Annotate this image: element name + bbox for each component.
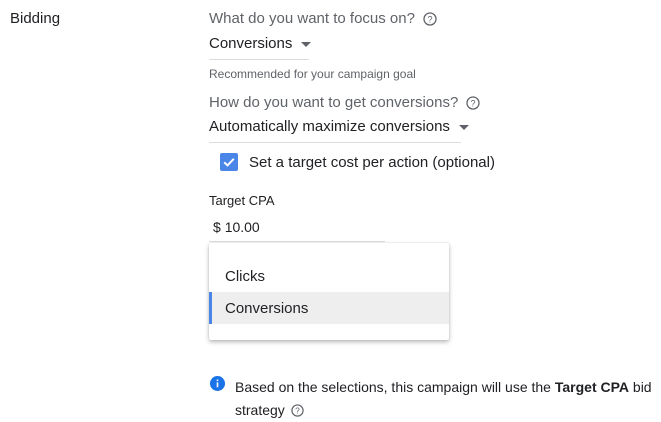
help-icon[interactable]: ?: [423, 11, 437, 26]
svg-text:?: ?: [295, 406, 300, 416]
focus-hint: Recommended for your campaign goal: [209, 67, 416, 81]
dropdown-option-clicks[interactable]: Clicks: [209, 260, 449, 292]
focus-dropdown-menu: Clicks Conversions: [209, 243, 449, 340]
dropdown-option-label: Clicks: [225, 267, 265, 285]
info-text-before: Based on the selections, this campaign w…: [235, 379, 555, 395]
svg-text:?: ?: [427, 14, 432, 24]
target-cpa-value: 10.00: [224, 219, 260, 235]
svg-text:?: ?: [471, 98, 476, 108]
target-cpa-checkbox-label[interactable]: Set a target cost per action (optional): [249, 154, 495, 171]
caret-down-icon: [301, 42, 312, 47]
method-select-underline: [209, 142, 461, 143]
info-text-strategy: strategy: [235, 402, 285, 418]
target-cpa-checkbox[interactable]: [220, 153, 238, 171]
section-title: Bidding: [10, 10, 61, 27]
method-question-text: How do you want to get conversions?: [209, 94, 459, 111]
caret-down-icon: [458, 125, 469, 130]
focus-select-underline: [209, 59, 309, 60]
focus-select-value: Conversions: [209, 35, 293, 52]
dropdown-option-conversions[interactable]: Conversions: [209, 292, 449, 324]
info-icon: [210, 376, 225, 391]
focus-question: What do you want to focus on? ?: [209, 10, 437, 27]
dropdown-option-label: Conversions: [225, 299, 309, 317]
currency-symbol: $: [213, 219, 221, 235]
method-select[interactable]: Automatically maximize conversions: [209, 118, 469, 135]
method-question: How do you want to get conversions? ?: [209, 94, 480, 111]
bid-strategy-info: Based on the selections, this campaign w…: [235, 376, 655, 422]
help-icon[interactable]: ?: [466, 95, 480, 110]
target-cpa-label: Target CPA: [209, 193, 275, 208]
method-select-value: Automatically maximize conversions: [209, 118, 450, 135]
info-text-after: bid: [629, 379, 652, 395]
focus-select[interactable]: Conversions: [209, 35, 312, 52]
target-cpa-input[interactable]: $ 10.00: [213, 219, 260, 235]
target-cpa-underline: [209, 241, 385, 242]
focus-question-text: What do you want to focus on?: [209, 10, 415, 27]
check-icon: [223, 158, 235, 167]
help-icon[interactable]: ?: [291, 404, 304, 417]
strategy-name: Target CPA: [554, 379, 630, 395]
